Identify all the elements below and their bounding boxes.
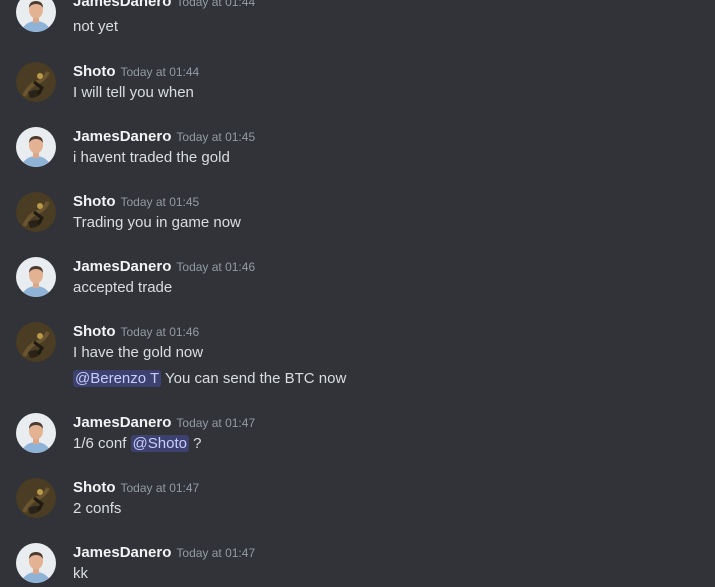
avatar[interactable] [16,478,56,518]
message-text: i havent traded the gold [73,149,230,166]
message-text-segment: 1/6 conf [73,435,131,452]
message-header: Shoto Today at 01:45 [73,192,199,212]
username[interactable]: JamesDanero [73,544,171,561]
user-avatar-icon [16,322,56,362]
user-avatar-icon [16,0,56,32]
avatar[interactable] [16,543,56,583]
message-text-segment: You can send the BTC now [161,370,347,387]
avatar[interactable] [16,413,56,453]
user-mention[interactable]: @Shoto [130,435,189,452]
message-header: Shoto Today at 01:44 [73,62,199,82]
user-avatar-icon [16,478,56,518]
avatar[interactable] [16,257,56,297]
timestamp: Today at 01:46 [176,260,256,274]
message-header: JamesDanero Today at 01:46 [73,257,255,277]
username[interactable]: Shoto [73,323,116,340]
timestamp: Today at 01:46 [120,325,200,339]
timestamp: Today at 01:47 [176,416,256,430]
username[interactable]: Shoto [73,63,116,80]
message-text-segment: ? [188,435,202,452]
timestamp: Today at 01:45 [120,195,200,209]
chat-message-list[interactable]: JamesDanero Today at 01:44 not yet Shoto T… [0,0,715,587]
message-header: JamesDanero Today at 01:44 [73,0,255,12]
user-mention[interactable]: @Berenzo T [73,370,162,387]
avatar[interactable] [16,322,56,362]
user-avatar-icon [16,257,56,297]
username[interactable]: JamesDanero [73,414,171,431]
user-avatar-icon [16,62,56,102]
message-text: not yet [73,18,119,35]
message-header: Shoto Today at 01:46 [73,322,199,342]
timestamp: Today at 01:47 [120,481,200,495]
username[interactable]: JamesDanero [73,258,171,275]
message-header: JamesDanero Today at 01:45 [73,127,255,147]
message-header: JamesDanero Today at 01:47 [73,413,255,433]
timestamp: Today at 01:44 [120,65,200,79]
timestamp: Today at 01:47 [176,546,256,560]
message-text: 2 confs [73,500,122,517]
user-avatar-icon [16,413,56,453]
avatar[interactable] [16,192,56,232]
message-text: kk [73,565,88,582]
timestamp: Today at 01:44 [176,0,256,9]
username[interactable]: JamesDanero [73,0,171,10]
username[interactable]: JamesDanero [73,128,171,145]
message-text: I will tell you when [73,84,194,101]
avatar[interactable] [16,127,56,167]
message-header: Shoto Today at 01:47 [73,478,199,498]
user-avatar-icon [16,192,56,232]
username[interactable]: Shoto [73,193,116,210]
message-text: 1/6 conf @Shoto ? [73,434,202,454]
avatar[interactable] [16,62,56,102]
user-avatar-icon [16,127,56,167]
user-avatar-icon [16,543,56,583]
message-text: accepted trade [73,279,173,296]
message-text: @Berenzo T You can send the BTC now [73,369,346,389]
avatar[interactable] [16,0,56,32]
message-text: Trading you in game now [73,214,241,231]
username[interactable]: Shoto [73,479,116,496]
message-text: I have the gold now [73,344,204,361]
timestamp: Today at 01:45 [176,130,256,144]
message-header: JamesDanero Today at 01:47 [73,543,255,563]
